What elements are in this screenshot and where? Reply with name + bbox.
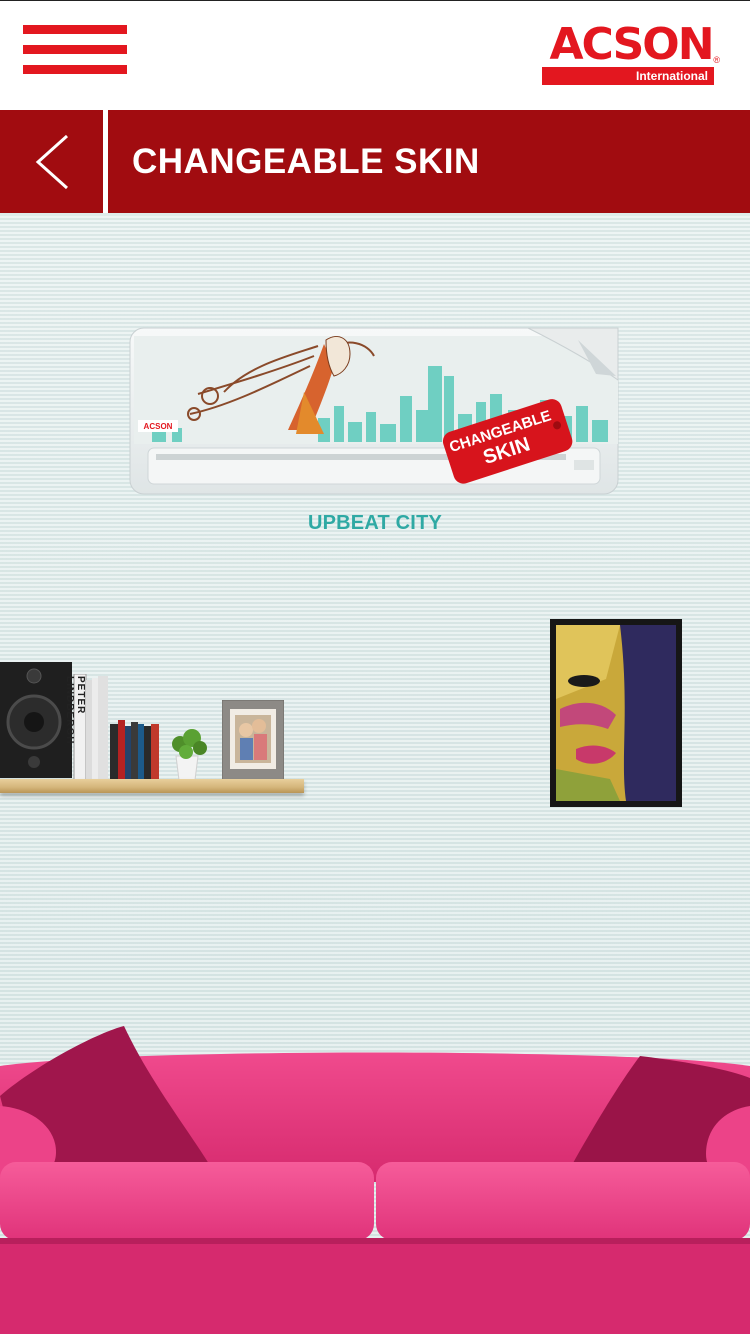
plant-image [172, 729, 207, 780]
book-spine-text: PETER LINDBERGH [64, 676, 86, 745]
title-panel: CHANGEABLE SKIN [108, 110, 750, 213]
wall-shelf [0, 779, 304, 793]
hamburger-menu-icon[interactable] [23, 25, 127, 75]
top-bar: ACSON ® International [0, 0, 750, 110]
photo-frame-image [222, 700, 284, 780]
air-conditioner-image[interactable]: ACSON CHANGEABLE SKIN [128, 326, 620, 498]
page-title: CHANGEABLE SKIN [132, 142, 480, 181]
chevron-left-icon [35, 134, 69, 190]
menu-line [23, 45, 127, 54]
skin-name-label: UPBEAT CITY [307, 512, 443, 534]
speaker-image [0, 662, 72, 778]
acson-logo: ACSON ® International [542, 23, 720, 85]
wall-art-image [550, 619, 682, 807]
menu-line [23, 25, 127, 34]
back-button[interactable] [0, 110, 103, 213]
logo-registered-mark: ® [713, 55, 720, 65]
ac-brand-badge: ACSON [144, 422, 173, 431]
logo-brand: ACSON [549, 19, 714, 70]
sofa-image [0, 1026, 750, 1334]
menu-line [23, 65, 127, 74]
room-scene: ACSON CHANGEABLE SKIN UPBEAT CITY PETER … [0, 216, 750, 1334]
logo-subtitle: International [542, 67, 714, 85]
title-bar: CHANGEABLE SKIN [0, 110, 750, 213]
